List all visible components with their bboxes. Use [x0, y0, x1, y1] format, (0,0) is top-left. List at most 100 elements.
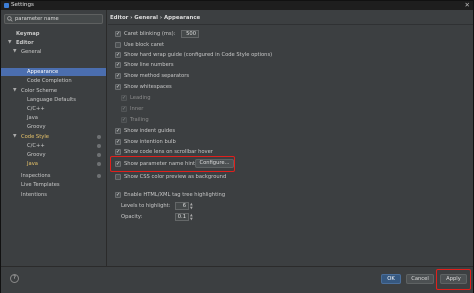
whitespaces-checkbox[interactable]	[115, 83, 121, 90]
indent-guides-checkbox[interactable]	[115, 127, 121, 134]
tree-item-color-scheme[interactable]: ▼ Color Scheme	[1, 87, 106, 95]
line-numbers-row: Show line numbers	[115, 61, 415, 69]
project-settings-icon	[97, 144, 101, 148]
help-icon[interactable]: ?	[10, 274, 19, 283]
tree-item-color-groovy[interactable]: Groovy	[1, 123, 106, 131]
hard-wrap-checkbox[interactable]	[115, 51, 121, 58]
tree-item-color-java[interactable]: Java	[1, 114, 106, 122]
tree-label: Intentions	[21, 192, 47, 198]
tree-item-style-groovy[interactable]: Groovy	[1, 151, 106, 159]
css-color-row: Show CSS color preview as background	[115, 173, 415, 181]
search-input[interactable]: parameter name	[4, 14, 103, 24]
tree-item-style-java[interactable]: Java	[1, 160, 106, 168]
project-settings-icon	[97, 174, 101, 178]
breadcrumb: Editor › General › Appearance	[110, 15, 201, 21]
caret-blinking-field[interactable]: 500	[181, 30, 199, 38]
code-lens-checkbox[interactable]	[115, 148, 121, 155]
search-value: parameter name	[15, 16, 59, 22]
chevron-down-icon[interactable]: ▼	[8, 39, 12, 47]
block-caret-checkbox[interactable]	[115, 42, 121, 48]
tree-label: C/C++	[27, 143, 45, 149]
line-numbers-label: Show line numbers	[124, 62, 174, 68]
project-settings-icon	[97, 162, 101, 166]
tree-label: Groovy	[27, 152, 46, 158]
tree-label: Code Completion	[27, 78, 72, 84]
app-icon	[4, 3, 9, 8]
block-caret-label: Use block caret	[124, 42, 165, 48]
tree-item-intentions[interactable]: Intentions	[1, 191, 106, 199]
tree-item-code-completion[interactable]: Code Completion	[1, 77, 106, 85]
html-xml-row: Enable HTML/XML tag tree highlighting	[115, 191, 415, 199]
inner-label: Inner	[130, 106, 144, 112]
tree-item-editor[interactable]: ▼ Editor	[1, 39, 106, 47]
cancel-button[interactable]: Cancel	[406, 274, 434, 284]
levels-label: Levels to highlight:	[121, 203, 171, 209]
method-separators-checkbox[interactable]	[115, 72, 121, 79]
chevron-down-icon[interactable]: ▼	[13, 48, 17, 56]
opacity-spinner-icon[interactable]: ▲ ▼	[190, 213, 194, 221]
trailing-checkbox[interactable]	[121, 116, 127, 123]
tree-label: Groovy	[27, 124, 46, 130]
intention-bulb-row: Show intention bulb	[115, 138, 415, 146]
tree-label: Color Scheme	[21, 88, 58, 94]
leading-label: Leading	[130, 95, 151, 101]
project-settings-icon	[97, 135, 101, 139]
leading-checkbox[interactable]	[121, 94, 127, 101]
css-color-checkbox[interactable]	[115, 174, 121, 180]
levels-field[interactable]: 6	[175, 202, 189, 210]
whitespaces-row: Show whitespaces	[115, 83, 415, 91]
trailing-row: Trailing	[121, 116, 321, 124]
tree-item-language-defaults[interactable]: Language Defaults	[1, 96, 106, 104]
project-settings-icon	[97, 153, 101, 157]
opacity-row: Opacity: 0.1 ▲ ▼	[121, 213, 241, 221]
apply-annotation-box	[436, 269, 471, 290]
dialog-footer: ? OK Cancel Apply	[1, 266, 473, 293]
caret-blinking-row: Caret blinking (ms): 500	[115, 30, 315, 38]
ok-button[interactable]: OK	[381, 274, 401, 284]
search-icon	[7, 16, 13, 22]
inner-checkbox[interactable]	[121, 105, 127, 112]
tree-label: Java	[27, 161, 38, 167]
indent-guides-row: Show indent guides	[115, 127, 415, 135]
tree-item-color-c-cpp[interactable]: C/C++	[1, 105, 106, 113]
divider	[108, 24, 473, 25]
code-lens-row: Show code lens on scrollbar hover	[115, 148, 415, 156]
tree-label: Appearance	[27, 69, 59, 75]
caret-blinking-label: Caret blinking (ms):	[124, 31, 176, 37]
tree-item-inspections[interactable]: Inspections	[1, 172, 106, 180]
method-separators-label: Show method separators	[124, 73, 190, 79]
tree-label: Language Defaults	[27, 97, 76, 103]
html-xml-checkbox[interactable]	[115, 191, 121, 198]
tree-item-keymap[interactable]: Keymap	[1, 30, 106, 38]
tree-label: C/C++	[27, 106, 45, 112]
tree-item-appearance[interactable]: Appearance	[1, 68, 106, 76]
opacity-field[interactable]: 0.1	[175, 213, 189, 221]
intention-bulb-checkbox[interactable]	[115, 138, 121, 145]
chevron-down-icon[interactable]: ▼	[13, 133, 17, 141]
tree-item-general[interactable]: ▼ General	[1, 48, 106, 56]
close-icon[interactable]: ✕	[465, 1, 470, 9]
caret-blinking-checkbox[interactable]	[115, 30, 121, 37]
hard-wrap-row: Show hard wrap guide (configured in Code…	[115, 51, 415, 59]
settings-window: Settings ✕ parameter name Keymap ▼ Edito…	[0, 0, 474, 293]
levels-spinner-icon[interactable]: ▲ ▼	[190, 202, 194, 210]
tree-label: Code Style	[21, 134, 49, 140]
inner-row: Inner	[121, 105, 321, 113]
chevron-down-icon[interactable]: ▼	[13, 87, 17, 95]
method-separators-row: Show method separators	[115, 72, 415, 80]
line-numbers-checkbox[interactable]	[115, 61, 121, 68]
leading-row: Leading	[121, 94, 321, 102]
tree-item-code-style[interactable]: ▼ Code Style	[1, 133, 106, 141]
title-bar: Settings ✕	[1, 1, 473, 10]
tree-item-live-templates[interactable]: Live Templates	[1, 181, 106, 189]
tree-item-style-c-cpp[interactable]: C/C++	[1, 142, 106, 150]
indent-guides-label: Show indent guides	[124, 128, 176, 134]
levels-row: Levels to highlight: 6 ▲ ▼	[121, 202, 241, 210]
tree-label: Editor	[16, 40, 34, 46]
annotation-highlight-box	[110, 156, 235, 172]
css-color-label: Show CSS color preview as background	[124, 174, 227, 180]
html-xml-label: Enable HTML/XML tag tree highlighting	[124, 192, 226, 198]
intention-bulb-label: Show intention bulb	[124, 139, 176, 145]
trailing-label: Trailing	[130, 117, 149, 123]
opacity-label: Opacity:	[121, 214, 143, 220]
